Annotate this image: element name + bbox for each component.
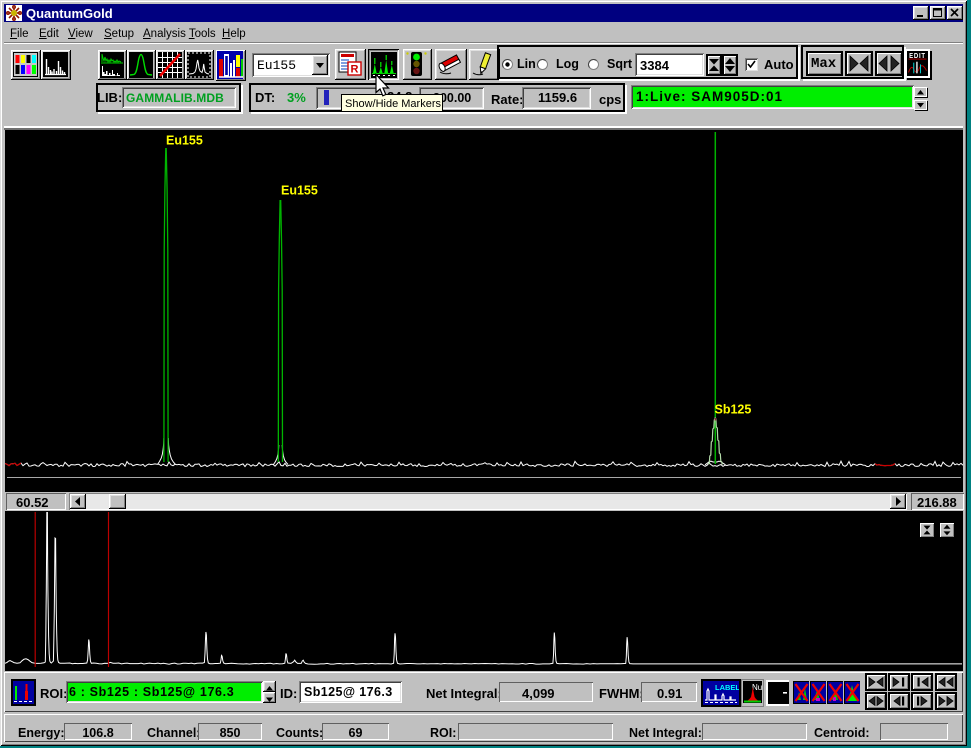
svg-text:R: R (351, 64, 359, 76)
svg-text:LABEL: LABEL (715, 683, 739, 692)
svg-text:Nu: Nu (752, 683, 762, 692)
svg-text:Sb125: Sb125 (715, 403, 752, 417)
svg-text:Eu155: Eu155 (281, 184, 318, 198)
svg-text:Eu155: Eu155 (166, 134, 203, 148)
